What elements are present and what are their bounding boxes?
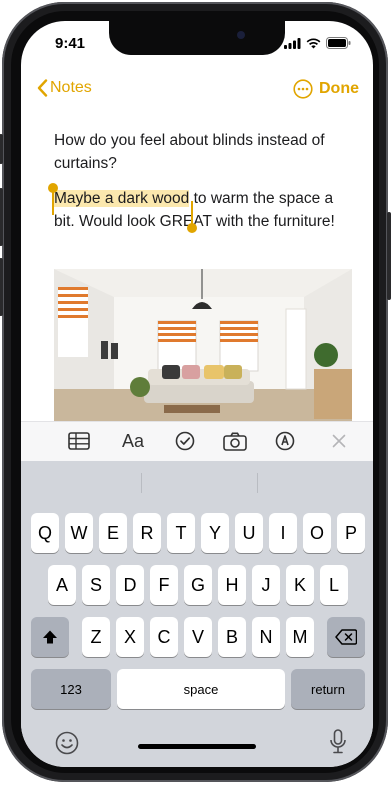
markup-button[interactable] (271, 428, 299, 454)
shift-arrow-icon (43, 630, 57, 644)
cellular-signal-icon (284, 37, 301, 49)
key-a[interactable]: A (48, 565, 76, 605)
navigation-bar: Notes Done (21, 75, 373, 105)
key-v[interactable]: V (184, 617, 212, 657)
space-key[interactable]: space (117, 669, 285, 709)
close-icon (332, 434, 346, 448)
volume-down-button (0, 258, 3, 316)
key-o[interactable]: O (303, 513, 331, 553)
status-time: 9:41 (55, 35, 86, 52)
key-l[interactable]: L (320, 565, 348, 605)
camera-button[interactable] (221, 428, 249, 454)
key-e[interactable]: E (99, 513, 127, 553)
predictive-text-bar (21, 461, 373, 503)
done-button[interactable]: Done (319, 80, 359, 98)
keyboard: Q W E R T Y U I O P A S D F G H J K L Z … (21, 461, 373, 767)
note-paragraph-2: Maybe a dark wood to warm the space a bi… (54, 187, 354, 233)
key-y[interactable]: Y (201, 513, 229, 553)
dictation-button[interactable] (329, 729, 347, 760)
key-m[interactable]: M (286, 617, 314, 657)
living-room-photo[interactable] (54, 269, 352, 424)
text-format-button[interactable]: Aa (119, 428, 147, 454)
key-u[interactable]: U (235, 513, 263, 553)
key-b[interactable]: B (218, 617, 246, 657)
table-icon (68, 432, 90, 450)
back-label: Notes (50, 79, 92, 96)
close-toolbar-button[interactable] (325, 428, 353, 454)
shift-key[interactable] (31, 617, 69, 657)
key-r[interactable]: R (133, 513, 161, 553)
backspace-icon (335, 629, 357, 645)
selection-start-handle[interactable] (48, 183, 58, 215)
key-q[interactable]: Q (31, 513, 59, 553)
markup-pen-icon (275, 431, 295, 451)
note-body[interactable]: How do you feel about blinds instead of … (54, 129, 354, 233)
battery-icon (326, 37, 351, 49)
chevron-left-icon (37, 79, 48, 97)
emoji-button[interactable] (55, 731, 79, 760)
selected-text[interactable]: Maybe a dark wood (54, 190, 190, 207)
wifi-icon (306, 37, 321, 48)
formatting-toolbar: Aa (21, 421, 373, 462)
key-j[interactable]: J (252, 565, 280, 605)
volume-up-button (0, 188, 3, 246)
more-options-button[interactable] (293, 79, 313, 99)
microphone-icon (330, 729, 346, 754)
key-t[interactable]: T (167, 513, 195, 553)
ellipsis-circle-icon (293, 79, 313, 99)
home-indicator[interactable] (138, 744, 256, 749)
emoji-icon (55, 731, 79, 755)
key-d[interactable]: D (116, 565, 144, 605)
key-i[interactable]: I (269, 513, 297, 553)
key-x[interactable]: X (116, 617, 144, 657)
camera-icon (223, 432, 247, 451)
key-p[interactable]: P (337, 513, 365, 553)
return-key[interactable]: return (291, 669, 365, 709)
front-camera (237, 31, 245, 39)
table-button[interactable] (65, 428, 93, 454)
selection-end-handle[interactable] (187, 201, 197, 233)
key-z[interactable]: Z (82, 617, 110, 657)
key-w[interactable]: W (65, 513, 93, 553)
key-n[interactable]: N (252, 617, 280, 657)
back-button[interactable]: Notes (37, 79, 92, 97)
notch (109, 21, 285, 55)
key-k[interactable]: K (286, 565, 314, 605)
prediction-divider (257, 473, 258, 493)
mute-switch (0, 134, 3, 164)
screen: 9:41 Notes Done How do you feel about bl… (21, 21, 373, 767)
note-paragraph-1: How do you feel about blinds instead of … (54, 132, 325, 172)
numbers-key[interactable]: 123 (31, 669, 111, 709)
delete-key[interactable] (327, 617, 365, 657)
checklist-icon (175, 431, 195, 451)
checklist-button[interactable] (171, 428, 199, 454)
power-button (387, 212, 391, 300)
living-room-illustration (54, 269, 352, 424)
key-c[interactable]: C (150, 617, 178, 657)
key-s[interactable]: S (82, 565, 110, 605)
key-f[interactable]: F (150, 565, 178, 605)
prediction-divider (141, 473, 142, 493)
key-h[interactable]: H (218, 565, 246, 605)
status-icons (284, 37, 351, 49)
key-g[interactable]: G (184, 565, 212, 605)
